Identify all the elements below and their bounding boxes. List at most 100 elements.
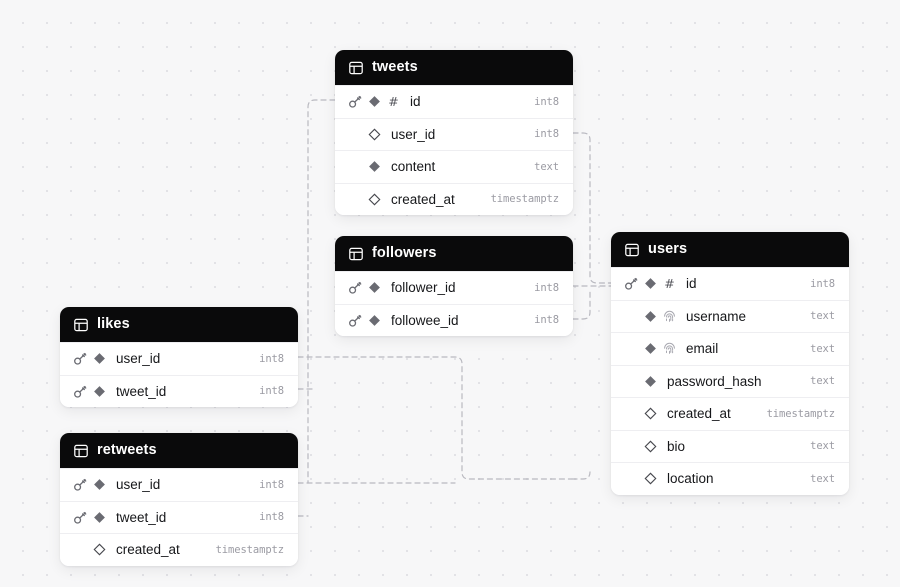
column-type: timestamptz <box>766 407 836 420</box>
column-row[interactable]: email text <box>611 332 849 365</box>
table-card-followers[interactable]: followers follower_id int8 followee_id int8 <box>335 236 573 336</box>
column-row[interactable]: password_hash text <box>611 364 849 397</box>
column-row[interactable]: location text <box>611 462 849 495</box>
column-icons <box>625 310 676 323</box>
column-type: int8 <box>259 352 284 365</box>
table-grid-icon <box>625 243 639 257</box>
edge-followers-followeeid <box>572 289 591 320</box>
hollow-diamond-icon <box>368 128 381 141</box>
column-type: text <box>810 342 835 355</box>
column-name: follower_id <box>391 280 456 296</box>
column-type: text <box>810 375 835 388</box>
column-row[interactable]: followee_id int8 <box>335 303 573 336</box>
column-icons: # <box>349 95 400 108</box>
column-name: user_id <box>391 126 436 142</box>
column-icons <box>625 440 657 453</box>
table-header-likes[interactable]: likes <box>60 307 298 342</box>
table-card-tweets[interactable]: tweets # id int8 user_id int8 content text creat… <box>335 50 573 215</box>
filled-diamond-icon <box>368 160 381 173</box>
key-icon <box>625 310 638 323</box>
edge-tweets-id-rail <box>307 99 336 484</box>
column-type: timestamptz <box>215 543 285 556</box>
column-row[interactable]: # id int8 <box>335 85 573 118</box>
column-name: created_at <box>391 191 455 207</box>
column-type: text <box>810 472 835 485</box>
column-name: created_at <box>116 542 180 558</box>
table-header-users[interactable]: users <box>611 232 849 267</box>
table-header-followers[interactable]: followers <box>335 236 573 271</box>
key-icon <box>349 160 362 173</box>
column-row[interactable]: created_at timestamptz <box>335 182 573 215</box>
column-icons <box>625 342 676 355</box>
hash-icon: # <box>664 275 675 291</box>
column-name: location <box>667 471 714 487</box>
key-icon <box>625 407 638 420</box>
column-type: int8 <box>534 128 559 141</box>
column-name: email <box>686 341 719 357</box>
column-row[interactable]: user_id int8 <box>60 342 298 375</box>
hollow-diamond-icon <box>93 543 106 556</box>
filled-diamond-icon <box>368 95 381 108</box>
column-row[interactable]: tweet_id int8 <box>60 500 298 533</box>
column-icons <box>349 281 381 294</box>
column-row[interactable]: user_id int8 <box>60 468 298 501</box>
column-row[interactable]: created_at timestamptz <box>60 533 298 566</box>
edge-tweets-userid <box>572 132 612 284</box>
column-icons <box>74 385 106 398</box>
column-icons <box>349 128 381 141</box>
column-row[interactable]: username text <box>611 299 849 332</box>
key-icon <box>349 314 362 327</box>
column-icons <box>625 407 657 420</box>
filled-diamond-icon <box>368 281 381 294</box>
filled-diamond-icon <box>93 478 106 491</box>
table-card-users[interactable]: users # id int8 username text email text passwor… <box>611 232 849 495</box>
column-name: id <box>410 94 421 110</box>
table-header-tweets[interactable]: tweets <box>335 50 573 85</box>
column-type: int8 <box>534 314 559 327</box>
key-icon <box>625 277 638 290</box>
column-name: content <box>391 159 436 175</box>
column-row[interactable]: content text <box>335 150 573 183</box>
column-type: int8 <box>259 478 284 491</box>
hash-icon: # <box>388 93 399 109</box>
table-header-retweets[interactable]: retweets <box>60 433 298 468</box>
erd-canvas[interactable]: tweets # id int8 user_id int8 content text creat… <box>0 0 900 587</box>
column-name: followee_id <box>391 312 459 328</box>
column-name: user_id <box>116 351 161 367</box>
filled-diamond-icon <box>93 385 106 398</box>
column-row[interactable]: follower_id int8 <box>335 271 573 304</box>
filled-diamond-icon <box>644 342 657 355</box>
fingerprint-icon <box>663 342 676 355</box>
table-card-likes[interactable]: likes user_id int8 tweet_id int8 <box>60 307 298 407</box>
key-icon <box>625 472 638 485</box>
column-name: user_id <box>116 477 161 493</box>
column-name: bio <box>667 438 686 454</box>
table-title: retweets <box>97 442 157 459</box>
filled-diamond-icon <box>368 314 381 327</box>
column-icons <box>625 375 657 388</box>
column-row[interactable]: created_at timestamptz <box>611 397 849 430</box>
key-icon <box>74 352 87 365</box>
table-title: likes <box>97 316 130 333</box>
filled-diamond-icon <box>93 511 106 524</box>
table-grid-icon <box>349 247 363 261</box>
column-type: text <box>810 440 835 453</box>
column-name: username <box>686 308 747 324</box>
column-name: tweet_id <box>116 383 167 399</box>
key-icon <box>349 95 362 108</box>
filled-diamond-icon <box>644 277 657 290</box>
column-name: password_hash <box>667 373 762 389</box>
column-type: int8 <box>534 281 559 294</box>
column-row[interactable]: tweet_id int8 <box>60 374 298 407</box>
column-row[interactable]: # id int8 <box>611 267 849 300</box>
column-name: tweet_id <box>116 509 167 525</box>
filled-diamond-icon <box>644 375 657 388</box>
key-icon <box>625 342 638 355</box>
column-row[interactable]: bio text <box>611 429 849 462</box>
table-title: tweets <box>372 59 418 76</box>
column-row[interactable]: user_id int8 <box>335 117 573 150</box>
edge-likes-userid <box>297 356 573 480</box>
fingerprint-icon <box>663 310 676 323</box>
table-card-retweets[interactable]: retweets user_id int8 tweet_id int8 created_a… <box>60 433 298 566</box>
column-icons: # <box>625 277 676 290</box>
